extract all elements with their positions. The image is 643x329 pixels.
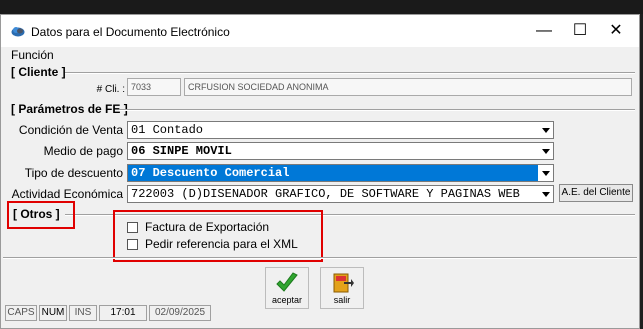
medio-value: 06 SINPE MOVIL (131, 144, 232, 158)
ae-cliente-button[interactable]: A.E. del Cliente (559, 184, 633, 202)
referencia-checkbox[interactable] (127, 238, 138, 250)
title-bar: Datos para el Documento Electrónico — ☐ … (1, 15, 639, 47)
medio-select[interactable]: 06 SINPE MOVIL (127, 142, 554, 160)
descuento-label: Tipo de descuento (24, 166, 123, 180)
status-time: 17:01 (99, 305, 147, 321)
chevron-down-icon[interactable] (538, 143, 553, 159)
client-number-field[interactable]: 7033 (127, 78, 181, 96)
highlight-box-options (113, 210, 323, 262)
chevron-down-icon[interactable] (538, 122, 553, 138)
status-date: 02/09/2025 (149, 305, 211, 321)
chevron-down-icon[interactable] (538, 165, 553, 181)
bottom-divider (3, 257, 637, 259)
aceptar-button[interactable]: aceptar (265, 267, 309, 309)
highlight-box-otros (7, 201, 75, 229)
maximize-button[interactable]: ☐ (563, 19, 597, 43)
condicion-label: Condición de Venta (18, 123, 123, 137)
close-button[interactable]: ✕ (599, 19, 633, 43)
check-icon (276, 272, 298, 292)
status-caps: CAPS (5, 305, 37, 321)
exit-door-icon (333, 273, 354, 293)
referencia-label: Pedir referencia para el XML (145, 237, 298, 251)
background-strip (0, 0, 643, 14)
actividad-label: Actividad Económica (11, 187, 123, 201)
menu-bar: Función (1, 47, 639, 65)
condicion-select[interactable]: 01 Contado (127, 121, 554, 139)
dialog-window: Datos para el Documento Electrónico — ☐ … (0, 14, 640, 329)
exportacion-label: Factura de Exportación (145, 220, 270, 234)
section-divider (119, 109, 635, 111)
descuento-select[interactable]: 07 Descuento Comercial (127, 164, 554, 182)
actividad-select[interactable]: 722003 (D)DISENADOR GRAFICO, DE SOFTWARE… (127, 185, 554, 203)
client-number-label: # Cli. : (96, 84, 125, 95)
exportacion-checkbox[interactable] (127, 221, 138, 233)
client-name-field[interactable]: CRFUSION SOCIEDAD ANONIMA (184, 78, 632, 96)
section-divider (65, 72, 635, 74)
section-cliente-label: [ Cliente ] (11, 65, 66, 79)
medio-label: Medio de pago (43, 144, 123, 158)
minimize-button[interactable]: — (527, 19, 561, 43)
condicion-value: 01 Contado (131, 123, 204, 137)
window-title: Datos para el Documento Electrónico (31, 25, 230, 39)
aceptar-label: aceptar (271, 295, 303, 305)
referencia-checkbox-row[interactable]: Pedir referencia para el XML (127, 237, 298, 251)
status-ins: INS (69, 305, 97, 321)
salir-label: salir (333, 295, 351, 305)
section-fe-label: [ Parámetros de FE ] (11, 102, 128, 116)
chevron-down-icon[interactable] (538, 186, 553, 202)
app-cloud-icon (11, 27, 25, 37)
actividad-value: 722003 (D)DISENADOR GRAFICO, DE SOFTWARE… (131, 187, 520, 201)
exportacion-checkbox-row[interactable]: Factura de Exportación (127, 220, 269, 234)
menu-item-funcion[interactable]: Función (11, 48, 54, 62)
descuento-value: 07 Descuento Comercial (131, 166, 290, 180)
status-num: NUM (39, 305, 67, 321)
salir-button[interactable]: salir (320, 267, 364, 309)
